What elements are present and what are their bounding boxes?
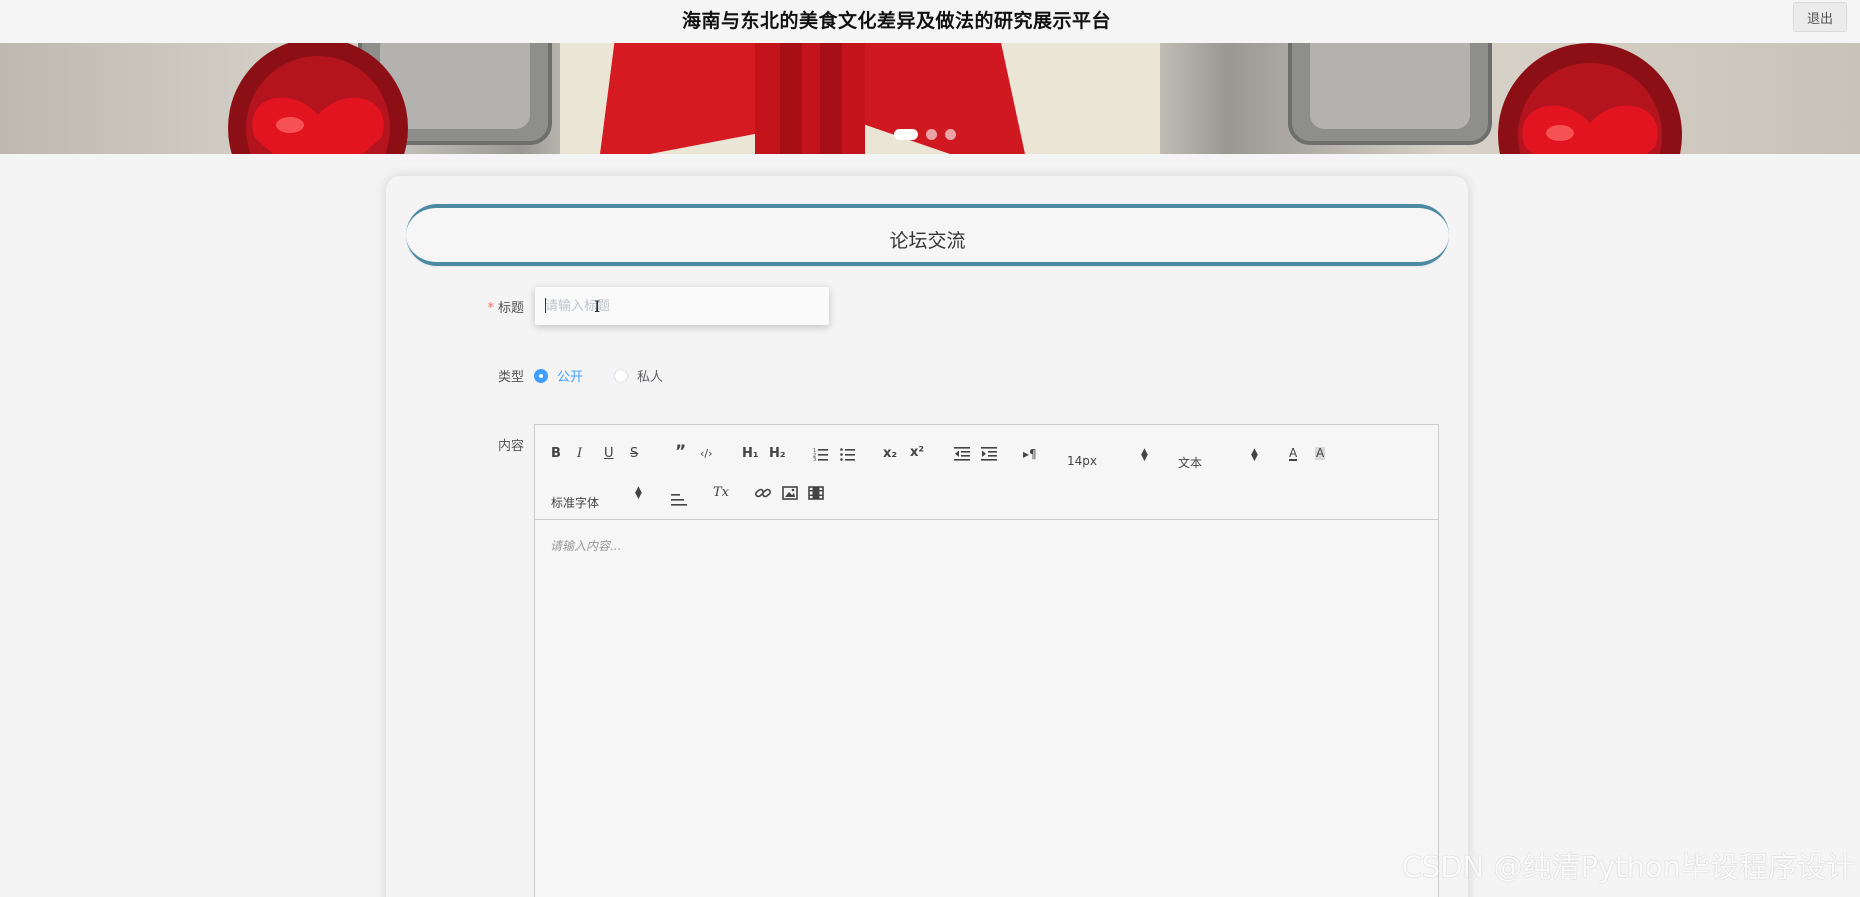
ordered-list-icon[interactable]: 123: [813, 447, 829, 466]
i-beam-cursor-icon: I: [594, 297, 601, 316]
text-caret: [545, 298, 546, 313]
superscript-button[interactable]: x²: [910, 445, 924, 461]
radio-public-label: 公开: [557, 370, 584, 385]
title-label-text: 标题: [497, 301, 524, 316]
video-icon[interactable]: [808, 486, 824, 505]
title-label: * 标题: [444, 297, 524, 316]
carousel-dot-2[interactable]: [926, 128, 937, 140]
text-direction-button[interactable]: ▸¶: [1023, 446, 1037, 462]
strike-button[interactable]: S: [630, 446, 638, 462]
title-input[interactable]: [535, 287, 829, 325]
text-color-button[interactable]: A: [1289, 447, 1298, 461]
radio-private[interactable]: 私人: [614, 366, 663, 385]
required-mark: *: [487, 301, 494, 316]
indent-icon[interactable]: [981, 447, 997, 466]
clean-format-button[interactable]: Tx: [713, 485, 729, 501]
radio-public[interactable]: 公开: [534, 366, 583, 385]
ribbon-knot: [755, 43, 865, 154]
font-size-picker[interactable]: 14px: [1067, 454, 1097, 468]
section-title: 论坛交流: [889, 230, 966, 252]
header-picker-arrow-icon[interactable]: ▲ ▼: [1251, 448, 1258, 463]
code-block-button[interactable]: ‹/›: [700, 446, 713, 462]
font-family-picker[interactable]: 标准字体: [551, 494, 599, 511]
content-placeholder: 请输入内容...: [550, 539, 622, 553]
underline-button[interactable]: U: [604, 446, 614, 462]
link-icon[interactable]: [755, 486, 771, 505]
type-label: 类型: [497, 370, 524, 385]
editor-content-area[interactable]: 请输入内容...: [535, 521, 1438, 897]
watermark: CSDN @纯清Python毕设程序设计: [1401, 850, 1855, 884]
bullet-list-icon[interactable]: [840, 447, 856, 466]
image-icon[interactable]: [782, 486, 798, 505]
section-header: 论坛交流: [406, 204, 1449, 266]
radio-public-circle[interactable]: [534, 368, 548, 383]
rich-text-editor: B I U S ” ‹/› H₁ H₂ 123 x₂ x² ▸¶ 14px ▲ ▼…: [534, 424, 1439, 897]
carousel-dot-3[interactable]: [945, 128, 956, 140]
site-title: 海南与东北的美食文化差异及做法的研究展示平台: [681, 10, 1111, 32]
font-family-picker-arrow-icon[interactable]: ▲ ▼: [635, 486, 642, 501]
radio-private-label: 私人: [637, 370, 664, 385]
logout-button[interactable]: 退出: [1793, 2, 1847, 32]
header-picker[interactable]: 文本: [1178, 454, 1202, 471]
top-bar: 海南与东北的美食文化差异及做法的研究展示平台 退出: [0, 0, 1860, 43]
bold-button[interactable]: B: [551, 446, 561, 462]
carousel-indicators: [894, 128, 956, 140]
h1-button[interactable]: H₁: [742, 446, 759, 462]
radio-private-circle[interactable]: [614, 368, 628, 383]
svg-text:3: 3: [813, 457, 816, 461]
subscript-button[interactable]: x₂: [883, 446, 897, 462]
background-color-button[interactable]: A: [1315, 447, 1326, 460]
editor-toolbar: B I U S ” ‹/› H₁ H₂ 123 x₂ x² ▸¶ 14px ▲ ▼…: [535, 425, 1438, 520]
align-icon[interactable]: [671, 493, 687, 512]
banner-carousel: [0, 43, 1860, 154]
italic-button[interactable]: I: [577, 446, 582, 462]
blockquote-button[interactable]: ”: [675, 444, 686, 461]
content-label: 内容: [497, 439, 524, 454]
font-size-picker-arrow-icon[interactable]: ▲ ▼: [1141, 448, 1148, 463]
h2-button[interactable]: H₂: [769, 446, 786, 462]
outdent-icon[interactable]: [954, 447, 970, 466]
carousel-dot-1[interactable]: [894, 128, 918, 140]
